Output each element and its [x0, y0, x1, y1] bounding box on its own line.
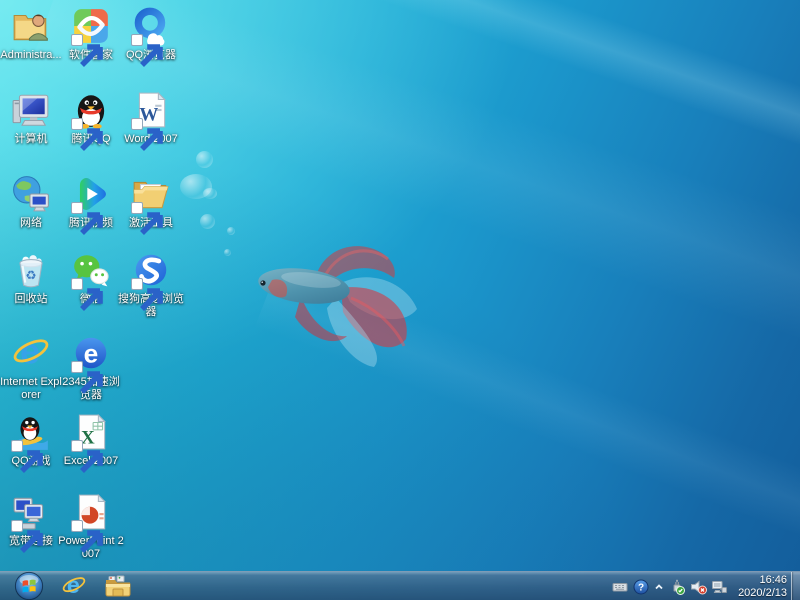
- desktop-icon-label: 网络: [0, 217, 64, 230]
- desktop-icon-powerpoint-2007[interactable]: PowerPoint 2007: [58, 492, 124, 561]
- shortcut-arrow-icon: [71, 440, 83, 452]
- svg-text:e: e: [20, 333, 40, 372]
- show-hidden-icons-button[interactable]: [653, 578, 665, 596]
- sogou-browser-icon: [131, 250, 171, 290]
- qq-browser-icon: [131, 6, 171, 46]
- desktop-icon-2345-browser[interactable]: e 2345加速浏览器: [58, 333, 124, 402]
- tencent-video-icon: [71, 174, 111, 214]
- clock-time: 16:46: [759, 574, 787, 587]
- desktop-icon-internet-explorer[interactable]: e Internet Explorer: [0, 333, 64, 402]
- desktop-icon-activation-tools[interactable]: 激活工具: [118, 174, 184, 230]
- shortcut-arrow-icon: [71, 118, 83, 130]
- shortcut-arrow-icon: [71, 361, 83, 373]
- shortcut-arrow-icon: [71, 278, 83, 290]
- input-method-keyboard-icon[interactable]: [611, 578, 629, 596]
- bubble: [227, 227, 235, 235]
- shortcut-arrow-icon: [11, 440, 23, 452]
- shortcut-arrow-icon: [71, 520, 83, 532]
- shortcut-arrow-icon: [71, 34, 83, 46]
- desktop-icon-excel-2007[interactable]: X Excel 2007: [58, 412, 124, 468]
- svg-text:♻: ♻: [25, 268, 36, 282]
- computer-icon: [11, 90, 51, 130]
- taskbar: e ?: [0, 571, 800, 600]
- desktop-icon-label: Administra...: [0, 49, 64, 62]
- desktop-icon-tencent-video[interactable]: 腾讯视频: [58, 174, 124, 230]
- taskbar-clock[interactable]: 16:46 2020/2/13: [738, 572, 787, 600]
- desktop-icon-administrator[interactable]: Administra...: [0, 6, 64, 62]
- desktop-icon-broadband[interactable]: 宽带连接: [0, 492, 64, 548]
- desktop: Administra... 软件管家 QQ浏览器: [0, 0, 800, 600]
- help-center-icon[interactable]: ?: [632, 578, 650, 596]
- system-tray: ?: [611, 572, 728, 600]
- desktop-icon-label: 计算机: [0, 133, 64, 146]
- desktop-icon-software-manager[interactable]: 软件管家: [58, 6, 124, 62]
- clock-date: 2020/2/13: [738, 587, 787, 600]
- desktop-icon-network[interactable]: 网络: [0, 174, 64, 230]
- volume-muted-icon[interactable]: [689, 578, 707, 596]
- windows-logo-icon: [14, 571, 44, 600]
- qq-penguin-icon: [71, 90, 111, 130]
- excel-icon: X: [71, 412, 111, 452]
- svg-text:?: ?: [638, 582, 644, 593]
- network-globe-icon: [11, 174, 51, 214]
- shortcut-arrow-icon: [131, 34, 143, 46]
- shortcut-arrow-icon: [71, 202, 83, 214]
- bubble: [203, 188, 217, 199]
- ie-icon: e: [61, 573, 87, 599]
- ie-icon: e: [11, 333, 51, 373]
- bubble: [196, 151, 213, 168]
- folder-icon: [104, 573, 132, 599]
- desktop-icon-sogou-browser[interactable]: 搜狗高速浏览器: [118, 250, 184, 319]
- shortcut-arrow-icon: [131, 202, 143, 214]
- open-folder-icon: [131, 174, 171, 214]
- taskbar-windows-explorer-button[interactable]: [104, 573, 132, 599]
- network-status-icon[interactable]: [710, 578, 728, 596]
- betta-fish-wallpaper-image: [256, 228, 436, 373]
- user-folder-icon: [11, 6, 51, 46]
- bubble: [224, 249, 231, 256]
- desktop-icon-qq-games[interactable]: QQ游戏: [0, 412, 64, 468]
- desktop-icon-computer[interactable]: 计算机: [0, 90, 64, 146]
- software-manager-icon: [71, 6, 111, 46]
- svg-text:e: e: [67, 573, 80, 598]
- desktop-icon-recycle-bin[interactable]: ♻ 回收站: [0, 250, 64, 306]
- 2345-browser-icon: e: [71, 333, 111, 373]
- recycle-bin-icon: ♻: [11, 250, 51, 290]
- desktop-icon-label: 回收站: [0, 293, 64, 306]
- wechat-icon: [71, 250, 111, 290]
- taskbar-internet-explorer-button[interactable]: e: [61, 573, 87, 599]
- desktop-icon-word-2007[interactable]: W Word 2007: [118, 90, 184, 146]
- qq-games-icon: [11, 412, 51, 452]
- shortcut-arrow-icon: [131, 118, 143, 130]
- broadband-connection-icon: [11, 492, 51, 532]
- shortcut-arrow-icon: [11, 520, 23, 532]
- desktop-icon-qq-browser[interactable]: QQ浏览器: [118, 6, 184, 62]
- bubble: [200, 214, 215, 229]
- word-icon: W: [131, 90, 171, 130]
- show-desktop-button[interactable]: [791, 572, 800, 600]
- desktop-icon-tencent-qq[interactable]: 腾讯QQ: [58, 90, 124, 146]
- usb-safely-remove-icon[interactable]: [668, 578, 686, 596]
- desktop-icon-wechat[interactable]: 微信: [58, 250, 124, 306]
- powerpoint-icon: [71, 492, 111, 532]
- desktop-icon-label: Internet Explorer: [0, 376, 64, 402]
- shortcut-arrow-icon: [131, 278, 143, 290]
- start-button[interactable]: [14, 571, 44, 600]
